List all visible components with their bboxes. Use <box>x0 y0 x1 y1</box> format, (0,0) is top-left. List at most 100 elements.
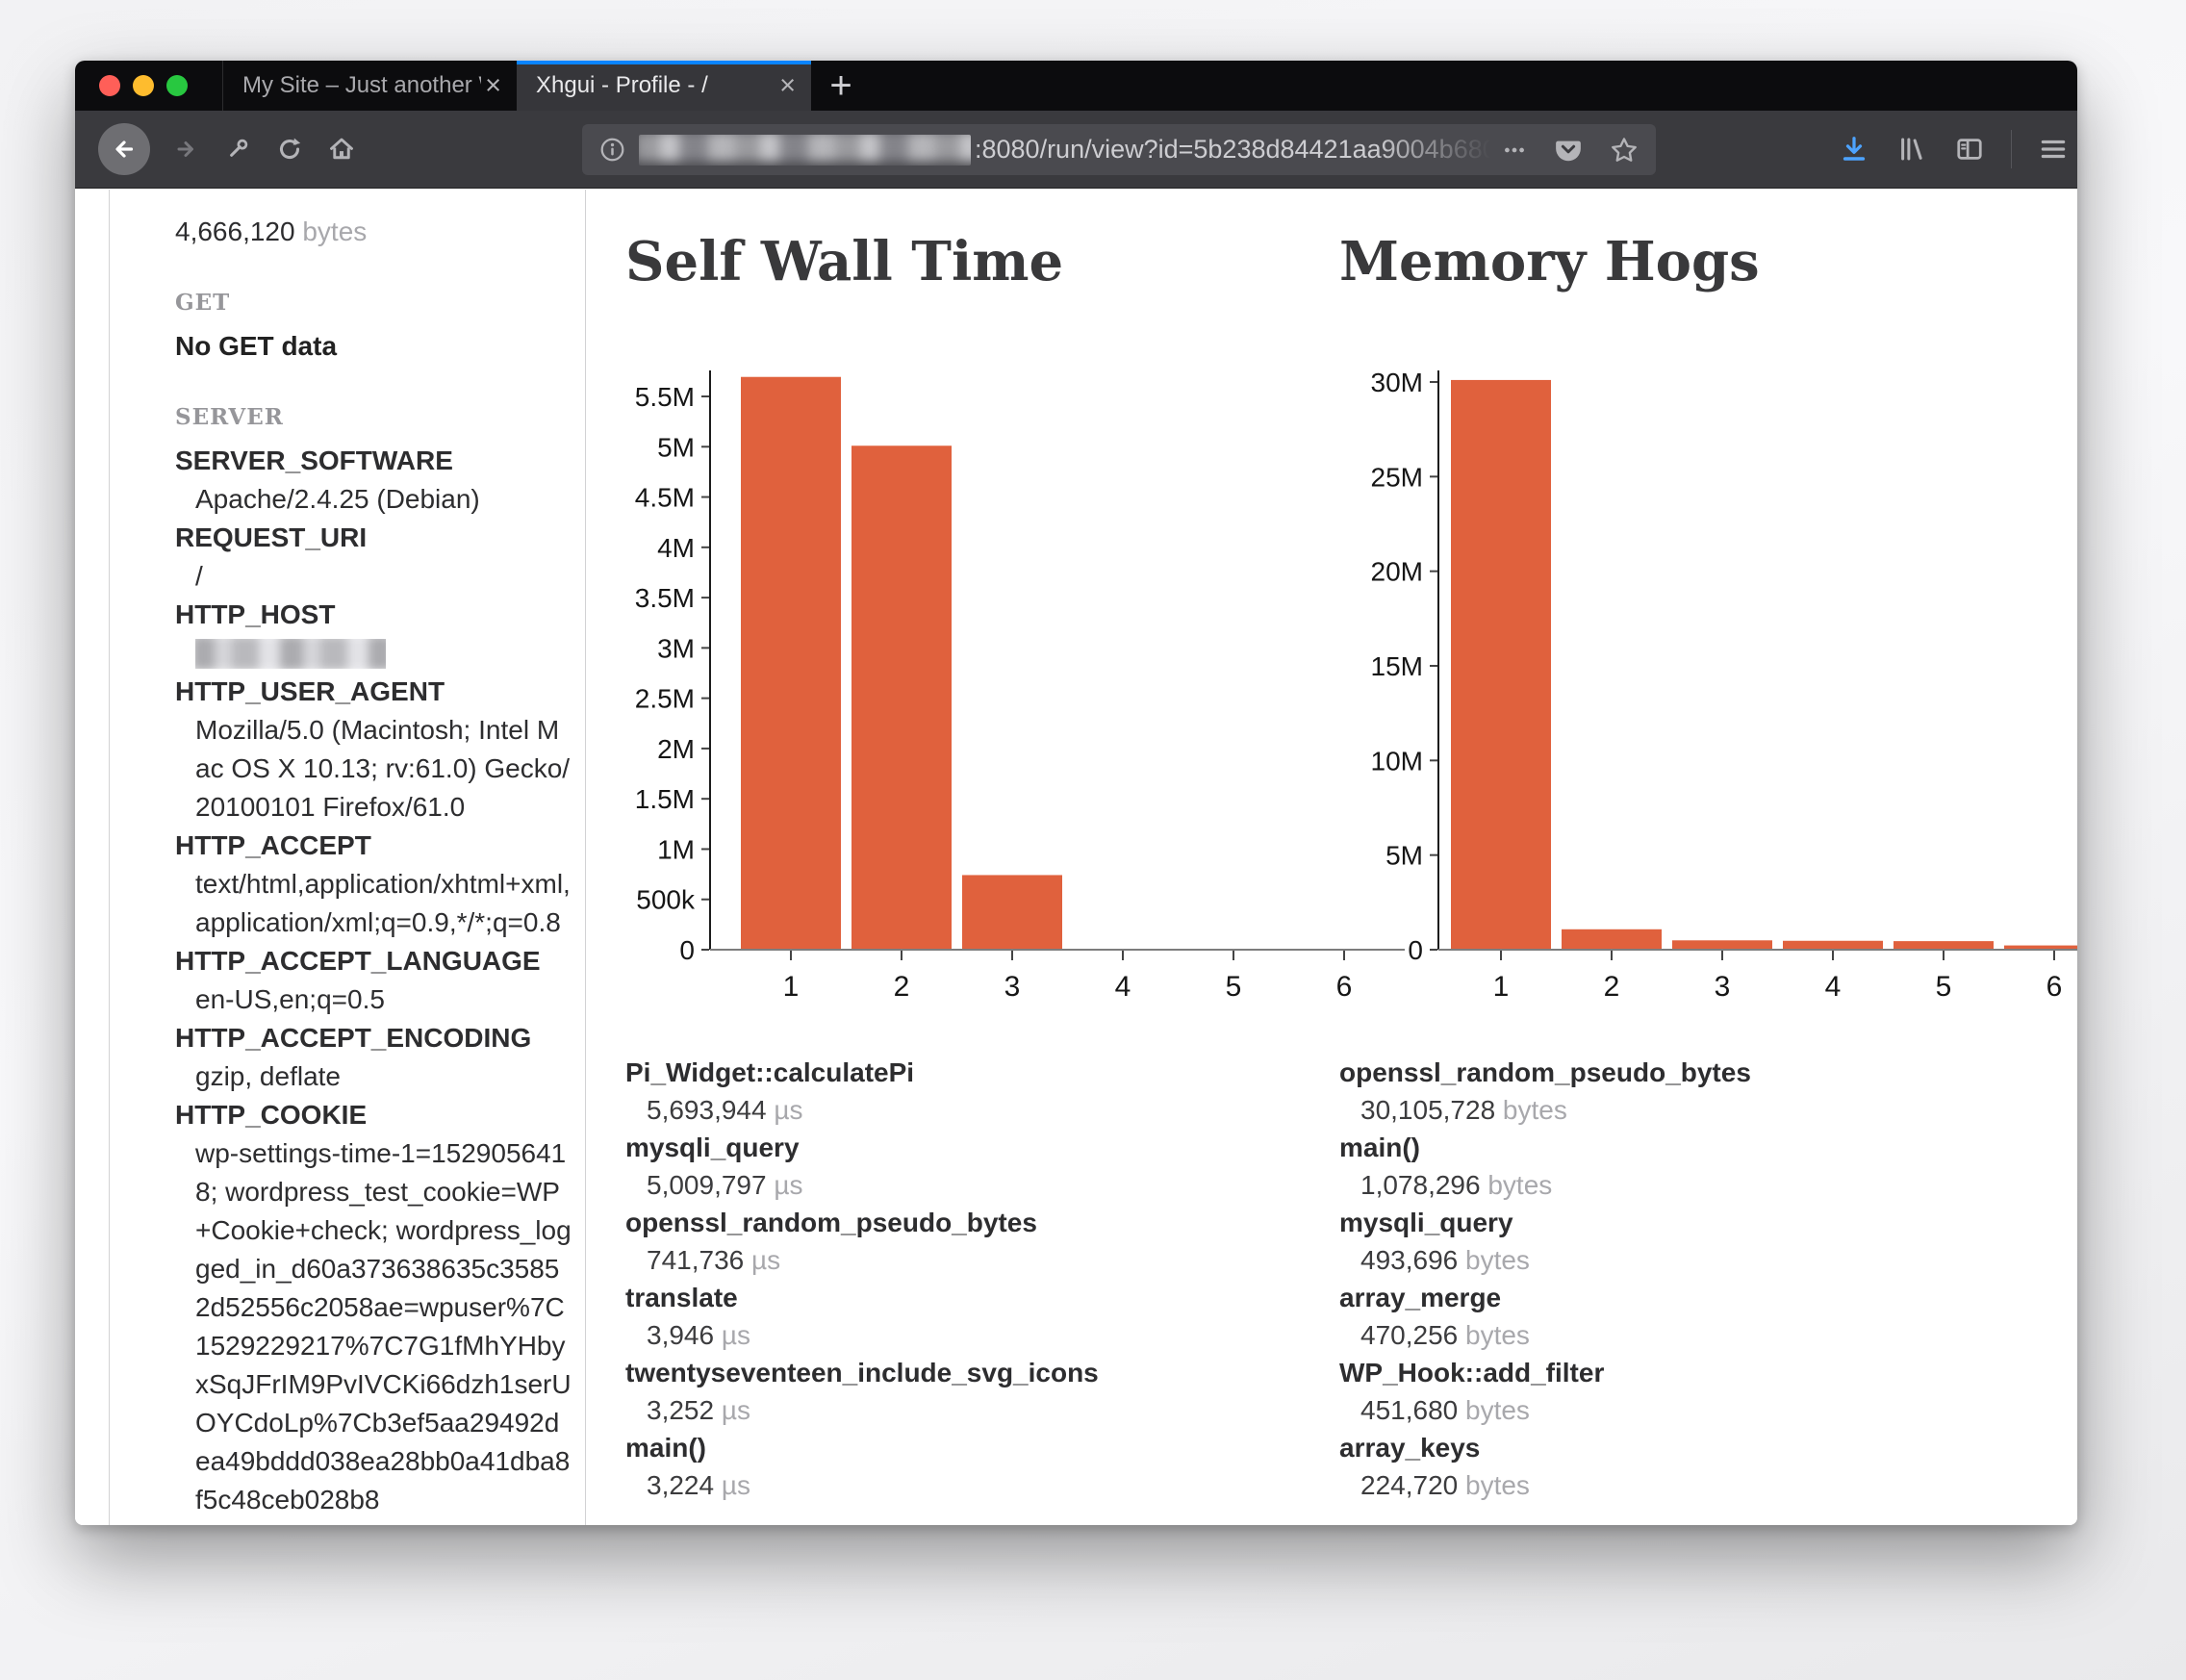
server-key: HTTP_ACCEPT <box>175 827 572 865</box>
legend-function-name: array_keys <box>1339 1429 2013 1466</box>
legend-function-value: 5,693,944 µs <box>625 1091 1299 1129</box>
download-icon <box>1840 135 1868 164</box>
legend-function-value: 741,736 µs <box>625 1241 1299 1279</box>
y-tick-label: 20M <box>1371 557 1423 587</box>
legend-function-name: twentyseventeen_include_svg_icons <box>625 1354 1299 1391</box>
sidebar-icon <box>1955 135 1984 164</box>
minimize-window-button[interactable] <box>133 75 154 96</box>
reload-button[interactable] <box>273 133 306 165</box>
library-icon <box>1897 135 1926 164</box>
menu-button[interactable] <box>2037 133 2070 165</box>
tab-wordpress-site[interactable]: My Site – Just another WordPress si × <box>222 61 517 111</box>
profile-charts-area: Self Wall Time Memory Hogs 0500k1M1.5M2M… <box>586 190 2077 1525</box>
bar-1[interactable] <box>741 377 841 950</box>
bookmark-star-icon[interactable] <box>1610 136 1639 165</box>
y-tick-label: 4M <box>657 533 695 563</box>
sidebar-toggle-button[interactable] <box>1953 133 1986 165</box>
server-value: wp-settings-time-1=1529056418; wordpress… <box>175 1134 572 1519</box>
site-info-icon[interactable] <box>599 137 625 163</box>
legend-function-value: 1,078,296 bytes <box>1339 1166 2013 1204</box>
x-tick-label: 2 <box>1604 971 1620 1003</box>
legend-function-name: array_merge <box>1339 1279 2013 1316</box>
tab-bar: My Site – Just another WordPress si × Xh… <box>75 61 2077 111</box>
server-value: Apache/2.4.25 (Debian) <box>175 480 572 519</box>
x-tick-label: 4 <box>1115 971 1131 1003</box>
legend-function-value: 5,009,797 µs <box>625 1166 1299 1204</box>
toolbar-separator <box>2011 130 2012 168</box>
y-tick-label: 5M <box>657 432 695 462</box>
legend-function-value: 3,252 µs <box>625 1391 1299 1429</box>
pocket-icon[interactable] <box>1554 136 1583 165</box>
server-key: SERVER_SOFTWARE <box>175 442 572 480</box>
bar-3[interactable] <box>1672 940 1772 950</box>
legend-function-name: mysqli_query <box>1339 1204 2013 1241</box>
tab-title: My Site – Just another WordPress si <box>242 72 481 99</box>
legend-function-name: Pi_Widget::calculatePi <box>625 1054 1299 1091</box>
home-button[interactable] <box>325 133 358 165</box>
x-tick-label: 6 <box>2046 971 2063 1003</box>
self-wall-time-chart: 0500k1M1.5M2M2.5M3M3.5M4M4.5M5M5.5M12345… <box>625 353 1405 1027</box>
x-tick-label: 1 <box>1493 971 1510 1003</box>
legend-function-value: 3,224 µs <box>625 1466 1299 1504</box>
legend-function-name: main() <box>625 1429 1299 1466</box>
new-tab-button[interactable]: + <box>811 61 871 111</box>
tab-title: Xhgui - Profile - / <box>536 72 775 99</box>
close-icon[interactable]: × <box>481 70 505 102</box>
bar-4[interactable] <box>1783 941 1883 950</box>
url-text[interactable]: :8080/run/view?id=5b238d84421aa9004b680a… <box>975 135 1490 165</box>
y-tick-label: 25M <box>1371 462 1423 492</box>
url-bar[interactable]: :8080/run/view?id=5b238d84421aa9004b680a… <box>582 124 1656 175</box>
bytes-number: 4,666,120 <box>175 216 295 246</box>
page-tools-button[interactable] <box>221 133 254 165</box>
y-tick-label: 3M <box>657 633 695 663</box>
close-window-button[interactable] <box>99 75 120 96</box>
page-content: 4,666,120 bytes GET No GET data SERVER S… <box>75 190 2077 1525</box>
x-tick-label: 3 <box>1004 971 1021 1003</box>
browser-window: My Site – Just another WordPress si × Xh… <box>75 61 2077 1525</box>
bar-2[interactable] <box>1562 929 1662 950</box>
legend-function-name: mysqli_query <box>625 1129 1299 1166</box>
x-tick-label: 1 <box>783 971 800 1003</box>
back-arrow-icon <box>110 135 139 164</box>
y-tick-label: 0 <box>1408 935 1423 965</box>
self-wall-time-title: Self Wall Time <box>625 230 1063 293</box>
bar-5[interactable] <box>1894 941 1994 950</box>
blurred-host-value <box>195 639 386 669</box>
zoom-window-button[interactable] <box>166 75 188 96</box>
y-tick-label: 15M <box>1371 651 1423 681</box>
server-key: HTTP_ACCEPT_LANGUAGE <box>175 942 572 980</box>
bar-2[interactable] <box>852 445 952 950</box>
server-value: / <box>175 557 572 596</box>
y-tick-label: 2M <box>657 734 695 764</box>
legend-function-value: 470,256 bytes <box>1339 1316 2013 1354</box>
server-value: gzip, deflate <box>175 1057 572 1096</box>
back-button[interactable] <box>98 123 150 175</box>
legend-function-name: main() <box>1339 1129 2013 1166</box>
legend-function-value: 30,105,728 bytes <box>1339 1091 2013 1129</box>
bar-3[interactable] <box>962 875 1062 950</box>
server-value: Mozilla/5.0 (Macintosh; Intel Mac OS X 1… <box>175 711 572 827</box>
y-tick-label: 5M <box>1385 841 1423 871</box>
request-data-sidebar: 4,666,120 bytes GET No GET data SERVER S… <box>109 190 586 1525</box>
legend-function-name: openssl_random_pseudo_bytes <box>625 1204 1299 1241</box>
server-value: en-US,en;q=0.5 <box>175 980 572 1019</box>
bar-1[interactable] <box>1451 380 1551 950</box>
tab-xhgui-profile[interactable]: Xhgui - Profile - / × <box>517 61 811 111</box>
library-button[interactable] <box>1895 133 1928 165</box>
close-icon[interactable]: × <box>775 70 800 102</box>
server-key: HTTP_HOST <box>175 596 572 634</box>
page-actions-icon[interactable] <box>1502 138 1527 163</box>
forward-button[interactable] <box>169 133 202 165</box>
hamburger-icon <box>2039 135 2068 164</box>
reload-icon <box>276 136 303 163</box>
downloads-button[interactable] <box>1838 133 1870 165</box>
x-tick-label: 5 <box>1226 971 1242 1003</box>
y-tick-label: 2.5M <box>635 684 695 714</box>
server-value: text/html,application/xhtml+xml,applicat… <box>175 865 572 942</box>
server-key: HTTP_ACCEPT_ENCODING <box>175 1019 572 1057</box>
legend-function-value: 3,946 µs <box>625 1316 1299 1354</box>
x-tick-label: 2 <box>894 971 910 1003</box>
wrench-icon <box>224 136 251 163</box>
legend-function-value: 493,696 bytes <box>1339 1241 2013 1279</box>
bytes-value: 4,666,120 bytes <box>175 213 572 251</box>
